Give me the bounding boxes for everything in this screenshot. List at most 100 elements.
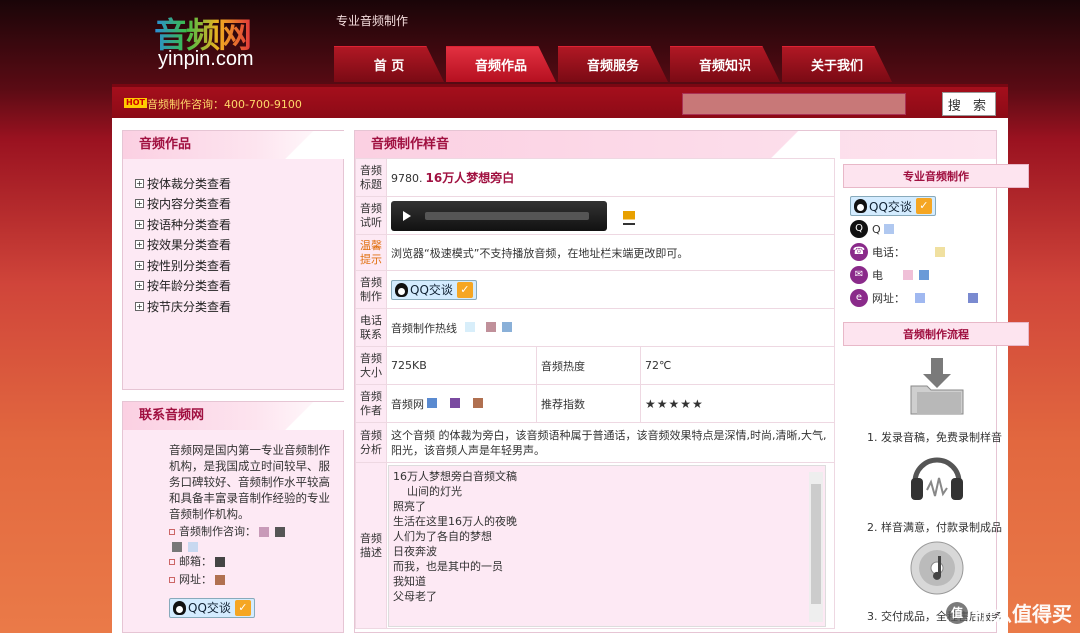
audio-info-table: 音频标题 9780. 16万人梦想旁白 音频试听 温馨提示 浏览器“极速模式”不支… bbox=[355, 158, 835, 629]
redacted-mark bbox=[915, 293, 925, 303]
qq-chat-button[interactable]: QQ交谈 ✓ bbox=[850, 196, 936, 216]
row-make: 音频制作 QQ交谈 ✓ bbox=[355, 270, 835, 309]
globe-icon: e bbox=[850, 289, 868, 307]
progress-track[interactable] bbox=[425, 211, 589, 220]
title-cell: 9780. 16万人梦想旁白 bbox=[386, 158, 835, 197]
nav-tab-about[interactable]: 关于我们 bbox=[782, 46, 892, 82]
bullet-icon bbox=[169, 559, 175, 565]
phone-cell: 音频制作热线 bbox=[386, 308, 835, 347]
row-phone: 电话联系 音频制作热线 bbox=[355, 308, 835, 347]
redacted-mark bbox=[215, 557, 225, 567]
right-site: e 网址： bbox=[850, 289, 981, 307]
hotline-text: 音频制作咨询：400-700-9100 bbox=[147, 98, 302, 111]
category-item-language[interactable]: + 按语种分类查看 bbox=[135, 214, 343, 235]
logo[interactable]: 音频网 yinpin.com bbox=[154, 8, 274, 72]
lyric-line: 父母老了 bbox=[393, 590, 437, 603]
tip-text: 浏览器“极速模式”不支持播放音频，在地址栏末端更改即可。 bbox=[386, 234, 835, 271]
phone-label: 电话联系 bbox=[355, 308, 387, 347]
search-input[interactable] bbox=[682, 93, 906, 115]
qq-label: QQ交谈 bbox=[869, 199, 912, 214]
row-title: 音频标题 9780. 16万人梦想旁白 bbox=[355, 158, 835, 197]
redacted-mark bbox=[275, 527, 285, 537]
site-tagline: 专业音频制作 bbox=[336, 14, 409, 28]
nav-tab-knowledge[interactable]: 音频知识 bbox=[670, 46, 780, 82]
redacted-mark bbox=[968, 293, 978, 303]
cd-disc-icon bbox=[910, 541, 964, 595]
redacted-line bbox=[169, 542, 333, 552]
tip-label: 温馨提示 bbox=[355, 234, 387, 271]
scrollbar-thumb[interactable] bbox=[811, 484, 821, 604]
consult-label: 音频制作咨询： bbox=[179, 525, 256, 538]
audio-player[interactable] bbox=[391, 200, 607, 231]
right-qq-row: QQ交谈 ✓ bbox=[850, 196, 936, 216]
check-icon: ✓ bbox=[456, 281, 473, 298]
nav-tab-home[interactable]: 首 页 bbox=[334, 46, 444, 82]
author-value: 音频网 bbox=[391, 397, 424, 411]
category-label: 按效果分类查看 bbox=[147, 238, 232, 253]
rank-label: 推荐指数 bbox=[536, 384, 641, 423]
listen-label: 音频试听 bbox=[355, 196, 387, 235]
bullet-icon bbox=[169, 529, 175, 535]
qq-chat-button[interactable]: QQ交谈 ✓ bbox=[169, 598, 255, 618]
email-label: 邮箱： bbox=[179, 555, 212, 568]
make-cell: QQ交谈 ✓ bbox=[386, 270, 835, 309]
category-item-festival[interactable]: + 按节庆分类查看 bbox=[135, 296, 343, 317]
row-author: 音频作者 音频网 推荐指数 ★★★★★ bbox=[355, 384, 835, 423]
phone-icon: ☎ bbox=[850, 243, 868, 261]
category-item-content[interactable]: + 按内容分类查看 bbox=[135, 194, 343, 215]
lyrics-scrollbar[interactable] bbox=[809, 472, 823, 622]
analysis-text: 这个音频 的体裁为旁白，该音频语种属于普通话，该音频效果特点是深情,时尚,清晰,… bbox=[386, 422, 835, 463]
category-item-age[interactable]: + 按年龄分类查看 bbox=[135, 276, 343, 297]
redacted-mark bbox=[935, 247, 945, 257]
redacted-mark bbox=[502, 321, 512, 332]
title-label: 音频标题 bbox=[355, 158, 387, 197]
mail-icon: ✉ bbox=[850, 266, 868, 284]
row-analysis: 音频分析 这个音频 的体裁为旁白，该音频语种属于普通话，该音频效果特点是深情,时… bbox=[355, 422, 835, 463]
process-title: 音频制作流程 bbox=[843, 322, 1029, 346]
lyric-line: 山间的灯光 bbox=[393, 485, 462, 498]
redacted-mark bbox=[259, 527, 269, 537]
heat-label: 音频热度 bbox=[536, 346, 641, 385]
category-label: 按性别分类查看 bbox=[147, 258, 232, 273]
category-label: 按体裁分类查看 bbox=[147, 176, 232, 191]
plus-icon: + bbox=[135, 260, 144, 270]
site-label: 网址： bbox=[179, 573, 212, 586]
lyric-line: 16万人梦想旁白音频文稿 bbox=[393, 470, 517, 483]
category-item-gender[interactable]: + 按性别分类查看 bbox=[135, 255, 343, 276]
redacted-mark bbox=[215, 575, 225, 585]
redacted-mark bbox=[172, 542, 182, 552]
rating-stars: ★★★★★ bbox=[640, 384, 835, 423]
nav-tab-works[interactable]: 音频作品 bbox=[446, 46, 556, 82]
row-size: 音频大小 725KB 音频热度 72℃ bbox=[355, 346, 835, 385]
category-label: 按年龄分类查看 bbox=[147, 279, 232, 294]
qq-chat-button[interactable]: QQ交谈 ✓ bbox=[391, 279, 477, 300]
search-button[interactable]: 搜 索 bbox=[942, 92, 996, 116]
redacted-mark bbox=[883, 224, 894, 234]
download-folder-icon bbox=[910, 358, 964, 415]
category-item-genre[interactable]: + 按体裁分类查看 bbox=[135, 173, 343, 194]
check-icon: ✓ bbox=[234, 600, 251, 616]
plus-icon: + bbox=[135, 281, 144, 291]
size-label: 音频大小 bbox=[355, 346, 387, 385]
right-phone: ☎ 电话： bbox=[850, 243, 948, 261]
category-item-effect[interactable]: + 按效果分类查看 bbox=[135, 235, 343, 256]
desc-label: 音频描述 bbox=[355, 462, 387, 629]
redacted-mark bbox=[188, 542, 198, 552]
logo-english: yinpin.com bbox=[158, 48, 254, 70]
right-fax: ✉ 电 bbox=[850, 266, 932, 284]
redacted-mark bbox=[473, 397, 483, 408]
redacted-mark bbox=[903, 270, 913, 280]
play-icon[interactable] bbox=[403, 210, 411, 221]
download-icon[interactable] bbox=[622, 210, 635, 225]
plus-icon: + bbox=[135, 301, 144, 311]
watermark-text: 什么值得买 bbox=[972, 602, 1072, 626]
redacted-mark bbox=[427, 397, 437, 408]
lyrics-box[interactable]: 16万人梦想旁白音频文稿 山间的灯光 照亮了 生活在这里16万人的夜晚 人们为了… bbox=[388, 465, 826, 627]
row-listen: 音频试听 bbox=[355, 196, 835, 235]
watermark-circle-icon: 值 bbox=[946, 601, 968, 624]
audio-id: 9780. bbox=[391, 172, 423, 185]
right-qq-number: QQ bbox=[850, 220, 897, 238]
nav-tab-services[interactable]: 音频服务 bbox=[558, 46, 668, 82]
lyric-line: 生活在这里16万人的夜晚 bbox=[393, 515, 517, 528]
lyric-line: 人们为了各自的梦想 bbox=[393, 530, 492, 543]
